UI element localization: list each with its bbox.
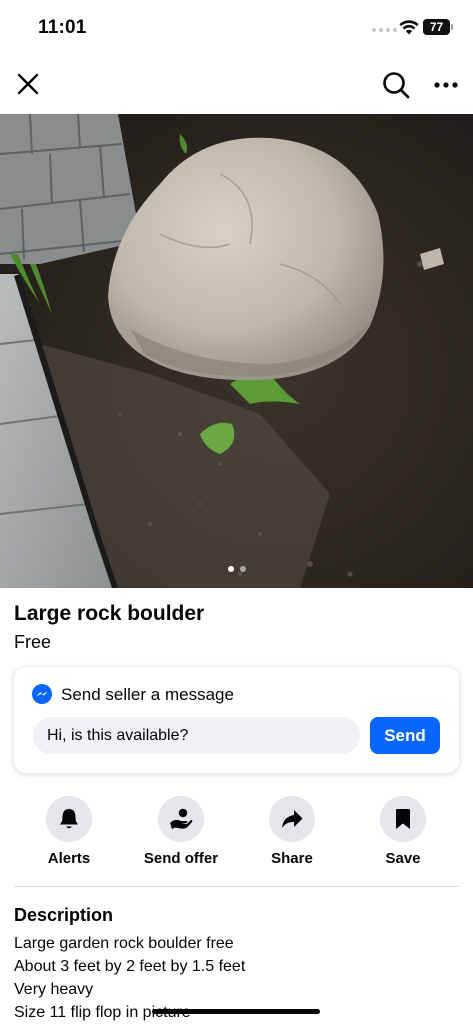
offer-icon <box>170 808 193 829</box>
share-button[interactable]: Share <box>237 796 347 872</box>
pager-dot <box>239 566 246 572</box>
description-line: Very heavy <box>14 981 94 998</box>
search-button[interactable] <box>379 68 413 102</box>
status-time: 11:01 <box>38 17 87 38</box>
home-indicator[interactable] <box>152 1009 320 1014</box>
send-message-heading: Send seller a message <box>61 685 234 704</box>
listing-title: Large rock boulder <box>14 602 205 625</box>
save-button[interactable]: Save <box>348 796 458 872</box>
messenger-icon <box>32 684 52 704</box>
battery-level: 77 <box>429 20 444 34</box>
share-icon-circle[interactable] <box>269 796 315 842</box>
send-offer-button[interactable]: Send offer <box>126 796 236 872</box>
message-input[interactable] <box>33 717 360 754</box>
send-button[interactable]: Send <box>370 717 440 754</box>
bookmark-icon <box>396 809 410 829</box>
search-icon <box>383 72 410 99</box>
alerts-button[interactable]: Alerts <box>14 796 124 872</box>
description-line: About 3 feet by 2 feet by 1.5 feet <box>14 958 246 975</box>
alerts-icon-circle[interactable] <box>46 796 92 842</box>
pager-dot <box>227 566 234 572</box>
cellular-signal-icon <box>372 28 397 32</box>
send-message-card: Send seller a message Send <box>14 667 459 773</box>
more-horizontal-icon <box>434 82 458 88</box>
photo-pager <box>0 566 473 572</box>
nav-header <box>0 56 473 114</box>
section-divider <box>14 886 459 887</box>
more-options-button[interactable] <box>429 68 463 102</box>
bell-icon <box>60 809 78 829</box>
save-label: Save <box>385 850 421 867</box>
close-button[interactable] <box>12 68 44 100</box>
send-offer-label: Send offer <box>143 850 219 867</box>
wifi-icon <box>399 20 419 35</box>
boulder-photo-image <box>0 114 473 588</box>
share-arrow-icon <box>282 810 303 828</box>
battery-icon: 77 <box>423 19 453 35</box>
status-bar: 11:01 77 <box>0 0 473 56</box>
send-offer-icon-circle[interactable] <box>158 796 204 842</box>
description-heading: Description <box>14 905 114 925</box>
listing-price: Free <box>14 632 52 652</box>
share-label: Share <box>271 850 313 867</box>
action-row: Alerts Send offer Share Save <box>0 796 473 872</box>
description-line: Large garden rock boulder free <box>14 935 234 952</box>
listing-photo[interactable] <box>0 114 473 588</box>
alerts-label: Alerts <box>47 850 91 867</box>
save-icon-circle[interactable] <box>380 796 426 842</box>
close-icon <box>17 73 39 95</box>
